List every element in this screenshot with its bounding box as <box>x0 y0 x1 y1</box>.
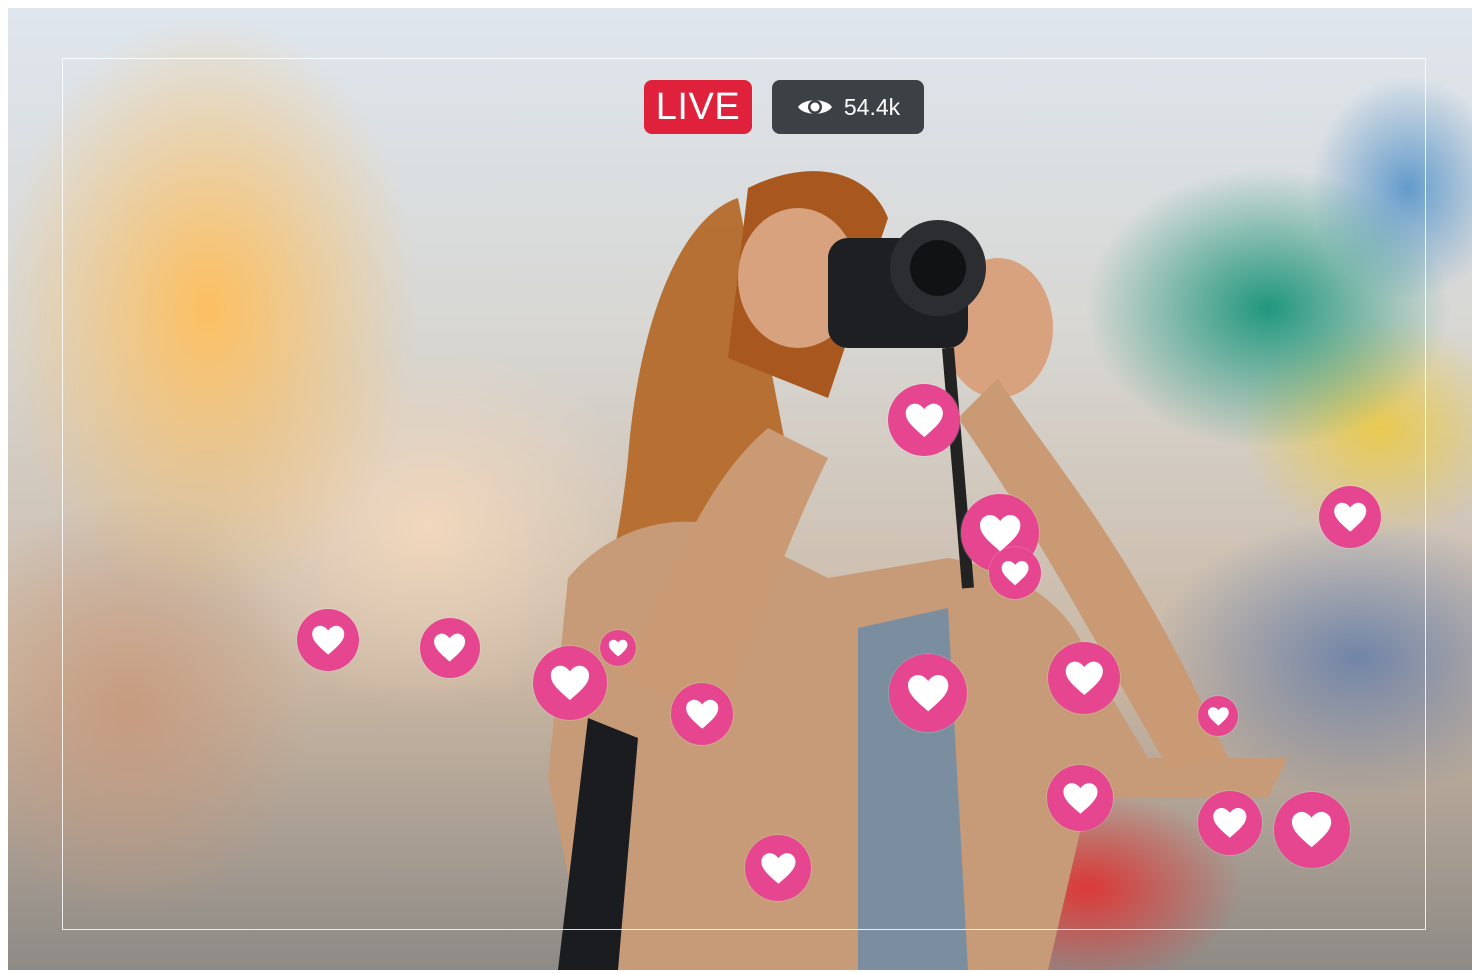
heart-icon <box>760 852 796 884</box>
heart-icon <box>907 674 949 712</box>
heart-reaction <box>1048 642 1120 714</box>
eye-icon <box>797 100 832 114</box>
viewer-count-badge: 54.4k <box>772 80 924 134</box>
live-stream-video: LIVE 54.4k <box>8 8 1472 970</box>
live-badge: LIVE <box>644 80 752 134</box>
heart-reaction <box>1198 696 1238 736</box>
heart-reaction <box>1274 792 1350 868</box>
heart-icon <box>905 403 943 437</box>
heart-reaction <box>297 609 359 671</box>
heart-icon <box>1213 808 1247 838</box>
heart-icon <box>550 665 590 701</box>
heart-icon <box>1207 706 1229 726</box>
heart-icon <box>1001 560 1029 586</box>
heart-reaction <box>1198 791 1262 855</box>
heart-icon <box>434 634 466 662</box>
heart-reaction <box>889 654 967 732</box>
heart-reaction <box>745 835 811 901</box>
heart-reaction <box>1319 486 1381 548</box>
heart-reaction <box>989 547 1041 599</box>
heart-icon <box>608 639 628 657</box>
stream-status-bar: LIVE 54.4k <box>644 80 924 134</box>
heart-icon <box>311 625 345 655</box>
heart-icon <box>1065 661 1103 695</box>
heart-reaction <box>888 384 960 456</box>
heart-icon <box>1292 812 1332 848</box>
heart-reaction <box>533 646 607 720</box>
viewer-count: 54.4k <box>843 93 901 120</box>
heart-reaction <box>600 630 636 666</box>
heart-icon <box>1333 502 1367 532</box>
heart-reaction <box>671 683 733 745</box>
heart-icon <box>685 699 719 729</box>
heart-reaction <box>420 618 480 678</box>
heart-reaction <box>1047 765 1113 831</box>
heart-icon <box>1062 782 1098 814</box>
